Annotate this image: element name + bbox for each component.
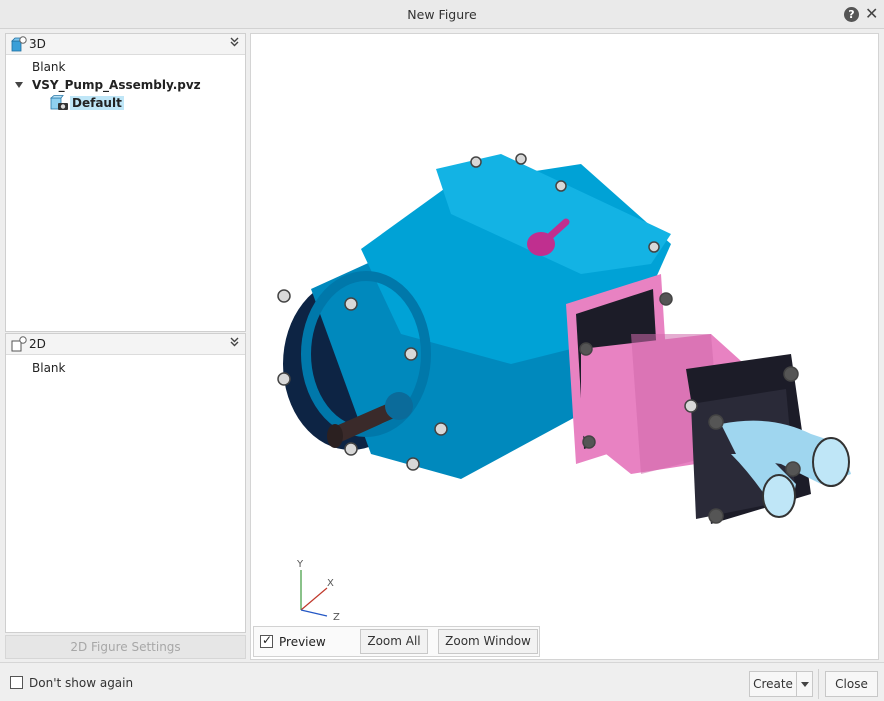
outlet-opening-2 — [762, 474, 796, 518]
z-axis-label: Z — [333, 612, 340, 623]
x-axis-line — [300, 587, 328, 611]
footer-divider — [818, 669, 819, 699]
tree-item-blank-2d[interactable]: Blank — [32, 361, 65, 375]
pump-assembly-model — [277, 153, 851, 524]
section-3d-title: 3D — [29, 37, 46, 51]
close-icon[interactable]: ✕ — [865, 4, 878, 23]
section-2d: 2D Blank — [5, 333, 246, 633]
outlet-opening — [812, 437, 850, 487]
section-2d-title: 2D — [29, 337, 46, 351]
2d-drawing-icon — [11, 336, 27, 352]
dialog-footer: Don't show again Create Close — [0, 662, 884, 701]
section-2d-header[interactable]: 2D — [6, 334, 245, 355]
window-title: New Figure — [407, 7, 477, 22]
shaft-end — [327, 424, 343, 448]
shaft-boss — [385, 392, 413, 420]
preview-toolbar: Preview Zoom All Zoom Window — [253, 626, 540, 657]
tree-item-blank-3d[interactable]: Blank — [32, 60, 65, 74]
x-axis-label: X — [327, 578, 334, 589]
create-label: Create — [753, 677, 793, 691]
dont-show-again-checkbox[interactable] — [10, 676, 23, 689]
preview-checkbox[interactable] — [260, 633, 273, 648]
tree-item-default[interactable]: Default — [70, 96, 124, 110]
tree-expand-icon[interactable] — [15, 82, 23, 88]
y-axis-label: Y — [296, 559, 304, 570]
help-icon[interactable]: ? — [844, 7, 859, 22]
create-button[interactable]: Create — [749, 671, 813, 697]
dont-show-again-label: Don't show again — [29, 676, 134, 690]
create-split-divider — [796, 672, 797, 696]
axis-triad: Y X Z — [296, 559, 340, 623]
tree-item-pump-assembly[interactable]: VSY_Pump_Assembly.pvz — [32, 78, 201, 92]
3d-model-icon — [11, 36, 27, 52]
tree-item-default-label: Default — [70, 96, 124, 110]
zoom-all-button[interactable]: Zoom All — [360, 629, 428, 654]
2d-figure-settings-button[interactable]: 2D Figure Settings — [5, 635, 246, 659]
z-axis-line — [300, 609, 328, 617]
section-3d-header[interactable]: 3D — [6, 34, 245, 55]
close-button[interactable]: Close — [825, 671, 878, 697]
preview-label: Preview — [279, 635, 326, 649]
zoom-window-button[interactable]: Zoom Window — [438, 629, 538, 654]
preview-viewport[interactable]: Y X Z Preview Zoom All Zoom Window — [250, 33, 879, 660]
title-bar: New Figure ? ✕ — [0, 0, 884, 29]
chevron-double-down-icon[interactable] — [230, 337, 239, 350]
chevron-down-icon[interactable] — [801, 682, 809, 687]
camera-view-icon — [50, 95, 68, 110]
chevron-double-down-icon[interactable] — [230, 37, 239, 50]
figure-source-panel: 3D Blank VSY_Pump_Assembly.pvz Default 2… — [5, 33, 246, 659]
section-3d: 3D Blank VSY_Pump_Assembly.pvz Default — [5, 33, 246, 332]
